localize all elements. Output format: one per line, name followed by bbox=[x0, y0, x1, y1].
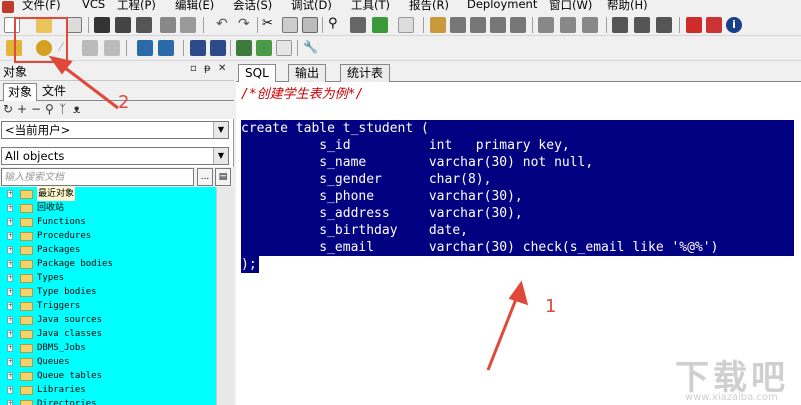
arrow-1-head bbox=[508, 280, 529, 306]
annotation-label-1: 1 bbox=[545, 296, 557, 317]
arrow-1-line bbox=[486, 293, 520, 371]
arrow-2-line bbox=[59, 62, 119, 110]
annotation-arrows bbox=[48, 55, 529, 371]
watermark-url: www.xiazaiba.com bbox=[685, 392, 778, 403]
annotation-label-2: 2 bbox=[118, 92, 130, 113]
watermark: 下载吧 www.xiazaiba.com bbox=[645, 350, 795, 405]
